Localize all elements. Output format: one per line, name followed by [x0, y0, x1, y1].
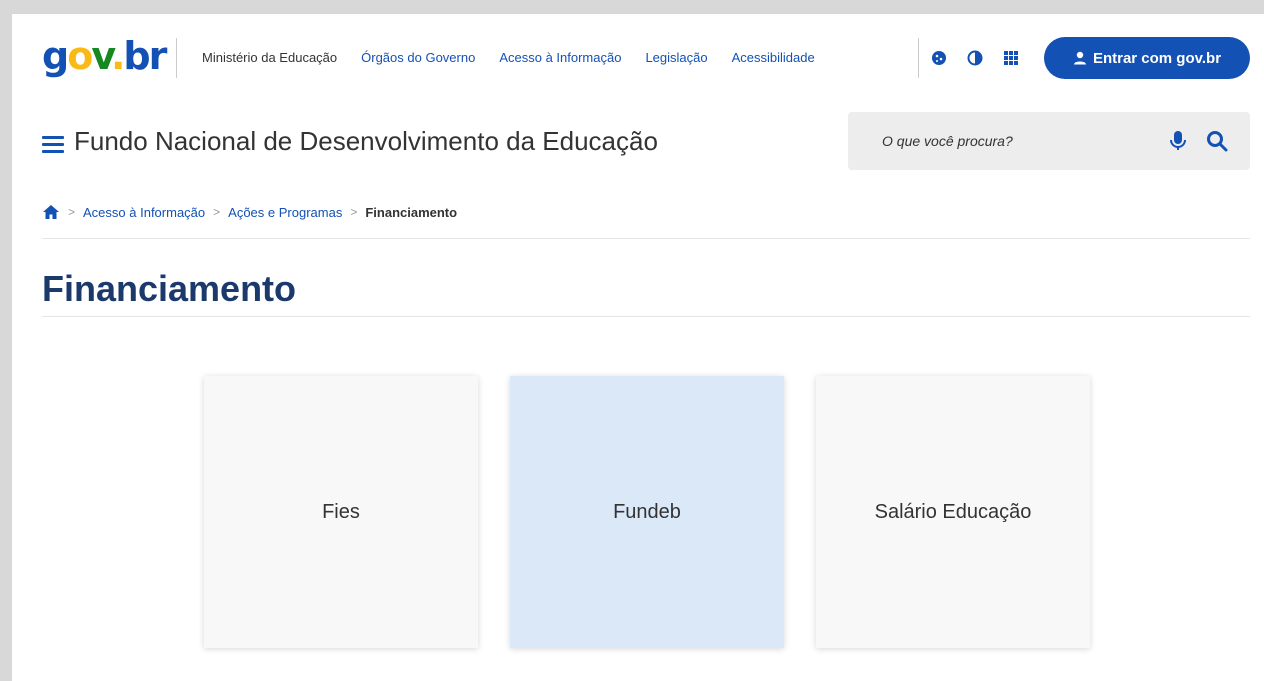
card-label: Salário Educação — [874, 500, 1032, 523]
page: gov.br Ministério da Educação Órgãos do … — [12, 14, 1264, 681]
breadcrumb: > Acesso à Informação > Ações e Programa… — [42, 204, 457, 220]
card-salario-educacao[interactable]: Salário Educação — [816, 376, 1090, 648]
top-links: Ministério da Educação Órgãos do Governo… — [202, 50, 839, 65]
search-bar — [848, 112, 1250, 170]
apps-grid-icon[interactable] — [1002, 50, 1020, 69]
top-link-acessibilidade[interactable]: Acessibilidade — [732, 50, 815, 65]
breadcrumb-item-acesso-informacao[interactable]: Acesso à Informação — [83, 205, 205, 220]
logo-letter-g: g — [42, 34, 69, 78]
divider — [42, 316, 1250, 317]
cookie-icon[interactable] — [930, 50, 948, 69]
breadcrumb-separator: > — [350, 205, 358, 219]
user-icon — [1073, 51, 1086, 65]
page-title: Financiamento — [42, 268, 297, 309]
breadcrumb-separator: > — [68, 205, 76, 219]
top-bar: gov.br Ministério da Educação Órgãos do … — [12, 14, 1264, 104]
breadcrumb-current: Financiamento — [365, 204, 458, 220]
breadcrumb-item-acoes-programas[interactable]: Ações e Programas — [228, 205, 342, 220]
divider — [918, 38, 919, 78]
login-button-label: Entrar com gov.br — [1092, 49, 1222, 67]
top-link-acesso-informacao[interactable]: Acesso à Informação — [499, 50, 621, 65]
search-input[interactable] — [882, 130, 1142, 152]
logo-letter-o: o — [67, 34, 93, 78]
divider — [176, 38, 177, 78]
microphone-icon[interactable] — [1168, 130, 1188, 152]
top-link-orgaos[interactable]: Órgãos do Governo — [361, 50, 475, 65]
card-label: Fundeb — [613, 500, 681, 523]
search-icon[interactable] — [1206, 130, 1228, 152]
card-label: Fies — [322, 500, 360, 523]
card-fundeb[interactable]: Fundeb — [510, 376, 784, 648]
logo-dot: . — [110, 34, 126, 78]
hamburger-menu-icon[interactable] — [42, 136, 64, 153]
govbr-logo[interactable]: gov.br — [42, 34, 167, 78]
breadcrumb-separator: > — [213, 205, 221, 219]
card-fies[interactable]: Fies — [204, 376, 478, 648]
divider — [42, 238, 1250, 239]
contrast-icon[interactable] — [966, 50, 984, 69]
logo-letters-br: br — [123, 34, 167, 78]
logo-letter-v: v — [91, 34, 113, 78]
login-button[interactable]: Entrar com gov.br — [1044, 37, 1250, 79]
top-link-legislacao[interactable]: Legislação — [645, 50, 707, 65]
site-title[interactable]: Fundo Nacional de Desenvolvimento da Edu… — [74, 126, 658, 157]
top-link-ministerio[interactable]: Ministério da Educação — [202, 50, 337, 65]
home-icon[interactable] — [42, 204, 60, 220]
